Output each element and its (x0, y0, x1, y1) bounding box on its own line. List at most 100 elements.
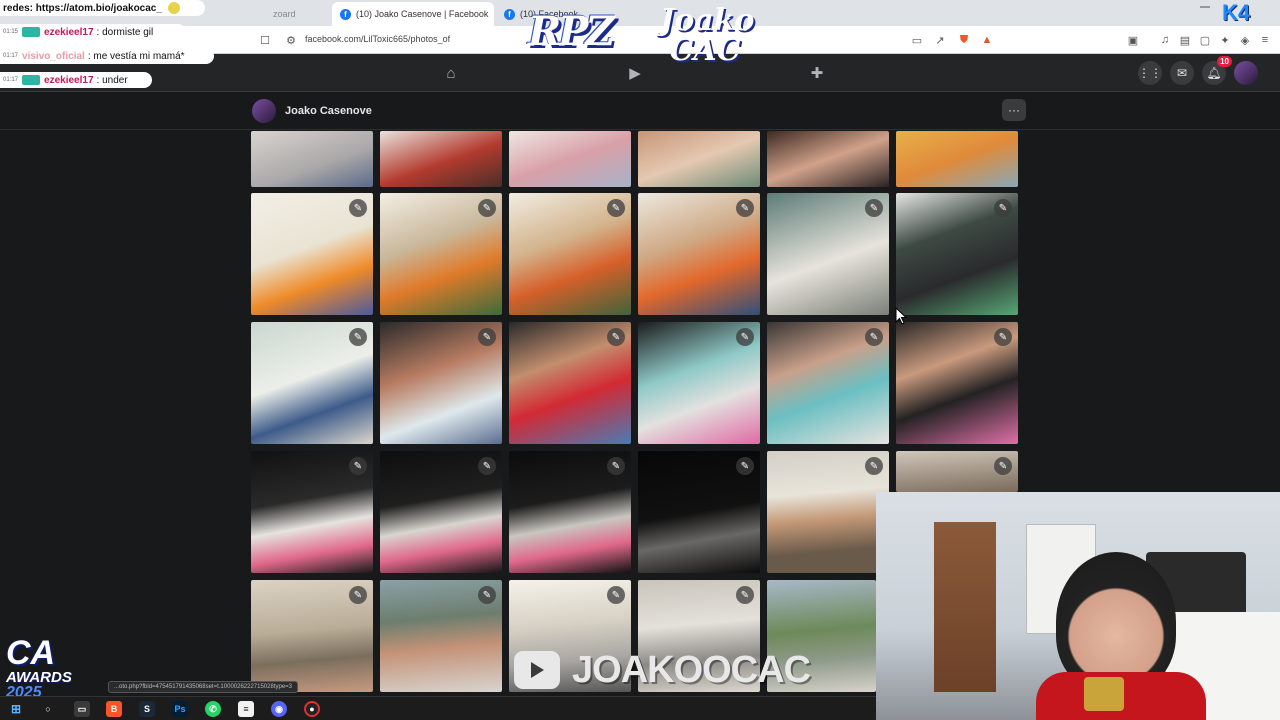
tab-dashboard[interactable]: zoard (265, 2, 331, 26)
pencil-icon[interactable]: ✎ (478, 457, 496, 475)
streamer (1056, 552, 1176, 692)
pencil-icon[interactable]: ✎ (865, 199, 883, 217)
photo-tile[interactable] (638, 131, 760, 187)
chat-username: visivo_oficial (22, 50, 85, 62)
album-owner-name[interactable]: Joako Casenove (285, 105, 372, 117)
search-icon[interactable]: ○ (40, 701, 56, 717)
messenger-icon[interactable]: ✉ (1170, 61, 1194, 85)
photo-tile[interactable] (896, 131, 1018, 187)
photo-tile[interactable]: ✎ (251, 451, 373, 573)
photo-tile[interactable]: ✎ (896, 193, 1018, 315)
photo-tile[interactable]: ✎ (380, 580, 502, 692)
subscriber-badge-icon (22, 75, 41, 85)
rpz-logo: RPZ (528, 8, 615, 55)
pencil-icon[interactable]: ✎ (736, 457, 754, 475)
photo-tile[interactable]: ✎ (380, 451, 502, 573)
gaming-icon[interactable]: ✚ (808, 64, 826, 82)
photo-tile[interactable] (767, 131, 889, 187)
photo-tile[interactable]: ✎ (251, 193, 373, 315)
pencil-icon[interactable]: ✎ (994, 199, 1012, 217)
pencil-icon[interactable]: ✎ (607, 328, 625, 346)
tab-joako-profile[interactable]: f (10) Joako Casenove | Facebook ✕ (332, 2, 494, 26)
facebook-favicon-icon: f (504, 8, 515, 20)
pencil-icon[interactable]: ✎ (736, 586, 754, 604)
pencil-icon[interactable]: ✎ (349, 457, 367, 475)
photo-tile[interactable] (251, 131, 373, 187)
task-view-icon[interactable]: ▭ (74, 701, 90, 717)
brave-rewards-icon[interactable]: ▲ (980, 33, 994, 47)
photo-tile[interactable]: ✎ (638, 322, 760, 444)
grid-menu-icon[interactable]: ⋮⋮ (1138, 61, 1162, 85)
pencil-icon[interactable]: ✎ (607, 199, 625, 217)
photo-tile[interactable]: ✎ (767, 193, 889, 315)
bell-icon[interactable]: 🔔︎ 10 (1202, 56, 1232, 85)
youtube-icon (514, 651, 560, 689)
browser-menu-icon[interactable]: ≡ (1258, 33, 1272, 47)
music-icon[interactable]: ♫ (1158, 33, 1172, 47)
cast-icon[interactable]: ▭ (910, 33, 924, 47)
pencil-icon[interactable]: ✎ (478, 586, 496, 604)
home-icon[interactable]: ⌂ (442, 64, 460, 82)
brave-icon[interactable]: B (106, 701, 122, 717)
pencil-icon[interactable]: ✎ (994, 328, 1012, 346)
photo-tile[interactable]: ✎ (896, 322, 1018, 444)
pencil-icon[interactable]: ✎ (607, 457, 625, 475)
obs-icon[interactable]: ● (304, 701, 320, 717)
chat-time: 01:17 (3, 77, 19, 83)
pencil-icon[interactable]: ✎ (736, 199, 754, 217)
windows-start-icon[interactable]: ⊞ (8, 701, 24, 717)
pencil-icon[interactable]: ✎ (607, 586, 625, 604)
pencil-icon[interactable]: ✎ (736, 328, 754, 346)
video-icon[interactable]: ▶ (626, 64, 644, 82)
extensions-icon[interactable]: ✦ (1218, 33, 1232, 47)
photo-tile[interactable]: ✎ (509, 193, 631, 315)
photo-tile[interactable]: ✎ (638, 451, 760, 573)
photo-tile[interactable]: ✎ (380, 322, 502, 444)
pencil-icon[interactable]: ✎ (478, 328, 496, 346)
discord-icon[interactable]: ◉ (271, 701, 287, 717)
brave-shield-icon[interactable]: ⛊ (957, 33, 971, 47)
sidebar-icon[interactable]: ▣ (1126, 33, 1140, 47)
steam-icon[interactable]: S (139, 701, 155, 717)
photo-tile[interactable]: ✎ (767, 451, 889, 573)
site-settings-icon[interactable]: ⚙ (284, 33, 298, 47)
photo-tile[interactable]: ✎ (251, 580, 373, 692)
whatsapp-icon[interactable]: ✆ (205, 701, 221, 717)
photo-tile[interactable]: ✎ (896, 451, 1018, 492)
reader-icon[interactable]: ▤ (1178, 33, 1192, 47)
pencil-icon[interactable]: ✎ (349, 199, 367, 217)
photo-tile[interactable]: ✎ (767, 322, 889, 444)
chat-time: 01:17 (3, 53, 19, 59)
logo-line: Joako (660, 3, 755, 38)
pencil-icon[interactable]: ✎ (865, 328, 883, 346)
pencil-icon[interactable]: ✎ (865, 457, 883, 475)
pencil-icon[interactable]: ✎ (349, 586, 367, 604)
minimize-icon[interactable] (1200, 6, 1210, 8)
vpn-icon[interactable]: ◈ (1238, 33, 1252, 47)
chat-header-text: redes: https://atom.bio/joakocac_ (3, 2, 162, 14)
photo-tile[interactable]: ✎ (380, 193, 502, 315)
photo-tile[interactable]: ✎ (509, 322, 631, 444)
url-field[interactable]: facebook.com/LilToxic665/photos_of (305, 34, 450, 44)
tab-label: zoard (273, 9, 296, 19)
chat-text: : dormiste gil (96, 26, 154, 38)
chat-message: 01:15 ezekieel17 : dormiste gil (0, 24, 186, 40)
photo-tile[interactable] (509, 131, 631, 187)
youtube-handle: JOAKOOCAC (572, 648, 811, 691)
photo-tile[interactable]: ✎ (251, 322, 373, 444)
notification-badge: 10 (1217, 56, 1232, 67)
pencil-icon[interactable]: ✎ (478, 199, 496, 217)
more-options-button[interactable]: ··· (1002, 99, 1026, 121)
youtube-overlay: JOAKOOCAC (514, 645, 814, 695)
pencil-icon[interactable]: ✎ (994, 457, 1012, 475)
photo-tile[interactable] (380, 131, 502, 187)
photo-tile[interactable]: ✎ (638, 193, 760, 315)
pencil-icon[interactable]: ✎ (349, 328, 367, 346)
wallet-icon[interactable]: ▢ (1198, 33, 1212, 47)
photo-tile[interactable]: ✎ (509, 451, 631, 573)
streamlabs-icon[interactable]: ≡ (238, 701, 254, 717)
owner-avatar[interactable] (252, 99, 276, 123)
share-icon[interactable]: ↗ (933, 33, 947, 47)
photoshop-icon[interactable]: Ps (172, 701, 188, 717)
account-avatar[interactable] (1234, 61, 1258, 85)
